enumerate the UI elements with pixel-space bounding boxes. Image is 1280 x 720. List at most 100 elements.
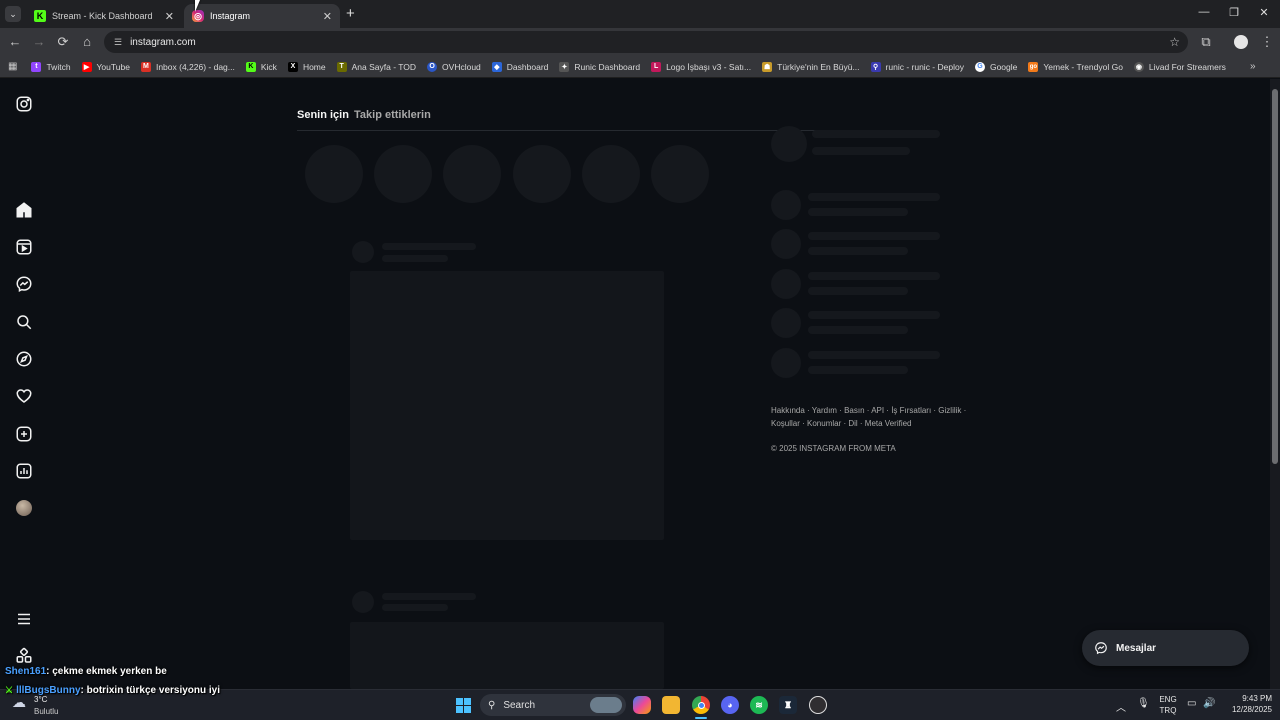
chat-text: : çekme ekmek yerken be <box>46 666 167 677</box>
bookmark-gmail[interactable]: M Inbox (4,226) - dag... <box>140 61 235 72</box>
messenger-icon[interactable] <box>14 274 34 294</box>
suggestion-avatar-placeholder <box>771 308 801 338</box>
page-scrollbar[interactable] <box>1270 79 1280 689</box>
weather-temp: 3°C <box>34 695 48 704</box>
tab-search-button[interactable]: ⌄ <box>5 6 21 22</box>
scrollbar-thumb[interactable] <box>1272 89 1278 464</box>
clock[interactable]: 9:43 PM 12/28/2025 <box>1222 694 1272 714</box>
network-icon[interactable]: ▭ <box>1187 698 1196 709</box>
profile-avatar[interactable] <box>1234 35 1248 49</box>
obs-icon[interactable] <box>809 696 827 714</box>
bookmark-kick[interactable]: K Kick <box>245 61 277 72</box>
more-bookmarks-icon[interactable]: » <box>1250 61 1256 72</box>
home-icon[interactable] <box>14 200 34 220</box>
close-tab-icon[interactable]: ✕ <box>165 10 174 23</box>
start-menu-icon[interactable] <box>454 696 472 714</box>
site-info-icon[interactable]: ☰ <box>114 37 122 48</box>
bookmark-tod[interactable]: T Ana Sayfa - TOD <box>336 61 416 72</box>
story-placeholder <box>305 145 363 203</box>
account-name-placeholder <box>812 130 940 138</box>
post-header-placeholder <box>382 604 448 611</box>
volume-icon[interactable]: 🔊 <box>1203 698 1215 709</box>
url-text: instagram.com <box>130 36 196 48</box>
forward-icon[interactable]: → <box>30 34 48 49</box>
profile-avatar[interactable] <box>14 498 34 518</box>
bookmark-livad[interactable]: ◉ Livad For Streamers <box>1133 61 1226 72</box>
suggestion-placeholder <box>808 287 908 295</box>
notifications-heart-icon[interactable] <box>14 386 34 406</box>
reels-icon[interactable] <box>14 237 34 257</box>
steam-icon[interactable]: ♜ <box>779 696 797 714</box>
suggestion-avatar-placeholder <box>771 229 801 259</box>
lang-top: ENG <box>1159 695 1177 704</box>
discord-icon[interactable]: ◕ <box>721 696 739 714</box>
footer-copyright: © 2025 INSTAGRAM FROM META <box>771 444 896 453</box>
restore-icon[interactable]: ❐ <box>1220 6 1248 19</box>
bookmark-trendyol-go[interactable]: go Yemek - Trendyol Go <box>1028 61 1123 72</box>
weather-widget[interactable]: ☁ 3°C Bulutlu <box>12 693 72 717</box>
tab-following[interactable]: Takip ettiklerin <box>354 109 431 121</box>
cloud-icon: ☁ <box>12 694 26 710</box>
suggestion-placeholder <box>808 311 940 319</box>
bookmark-runic-deploy[interactable]: ⚲ runic - runic - Deploy <box>870 61 964 72</box>
microphone-icon[interactable]: 🎙 <box>1137 698 1150 709</box>
tab-kick-dashboard[interactable]: K Stream - Kick Dashboard ✕ <box>26 4 182 28</box>
bookmark-dashboard[interactable]: ◆ Dashboard <box>491 61 548 72</box>
clock-time: 9:43 PM <box>1242 694 1272 703</box>
footer-links[interactable]: Koşullar · Konumlar · Dil · Meta Verifie… <box>771 419 912 428</box>
tod-icon: T <box>336 61 347 72</box>
browser-toolbar: ← → ⟳ ⌂ ☰ instagram.com ☆ ⧉ ⋮ <box>0 28 1280 56</box>
file-explorer-icon[interactable] <box>662 696 680 714</box>
new-tab-button[interactable]: + <box>346 5 355 22</box>
extensions-icon[interactable]: ⧉ <box>1197 34 1215 50</box>
bookmark-turkiye[interactable]: ☗ Türkiye'nin En Büyü... <box>762 61 860 72</box>
messages-button[interactable]: Mesajlar <box>1082 630 1249 666</box>
bookmark-google[interactable]: G Google <box>974 61 1017 72</box>
minimize-icon[interactable]: — <box>1190 6 1218 18</box>
google-icon: G <box>974 61 985 72</box>
tab-for-you[interactable]: Senin için <box>297 109 349 121</box>
tab-instagram[interactable]: ◎ Instagram ✕ <box>184 4 340 28</box>
close-tab-icon[interactable]: ✕ <box>323 10 332 23</box>
back-icon[interactable]: ← <box>6 34 24 49</box>
loading-stop-icon[interactable]: ⟳ <box>54 34 72 50</box>
lang-bottom: TRQ <box>1159 706 1177 715</box>
instagram-logo-icon[interactable] <box>14 94 34 114</box>
chat-text: : botrixin türkçe versiyonu iyi <box>80 685 221 696</box>
also-from-meta-icon[interactable] <box>14 646 34 666</box>
gmail-icon: M <box>140 61 151 72</box>
dashboard-insights-icon[interactable] <box>14 461 34 481</box>
logo-isbasi-icon: L <box>651 61 662 72</box>
home-icon[interactable]: ⌂ <box>78 34 96 49</box>
bookmark-x-home[interactable]: X Home <box>287 61 326 72</box>
bookmark-runic-dashboard[interactable]: ✦ Runic Dashboard <box>559 61 640 72</box>
post-avatar-placeholder <box>352 241 374 263</box>
chat-message: ⚔ lllBugsBunny: botrixin türkçe versiyonu… <box>5 685 220 696</box>
runic-icon: ✦ <box>559 61 570 72</box>
spotify-icon[interactable]: ≋ <box>750 696 768 714</box>
search-icon[interactable] <box>14 312 34 332</box>
active-app-indicator <box>695 717 707 719</box>
more-menu-icon[interactable] <box>14 609 34 629</box>
bookmark-youtube[interactable]: ▶ YouTube <box>81 61 130 72</box>
apps-grid-icon[interactable]: ▦ <box>8 61 17 72</box>
copilot-icon[interactable] <box>633 696 651 714</box>
story-placeholder <box>651 145 709 203</box>
explore-compass-icon[interactable] <box>14 349 34 369</box>
bookmark-ovhcloud[interactable]: O OVHcloud <box>427 61 481 72</box>
address-bar[interactable]: ☰ instagram.com ☆ <box>104 31 1188 53</box>
chrome-icon[interactable] <box>692 696 710 714</box>
bookmark-twitch[interactable]: t Twitch <box>31 61 71 72</box>
story-placeholder <box>374 145 432 203</box>
create-post-icon[interactable] <box>14 424 34 444</box>
store-icon: ☗ <box>762 61 773 72</box>
taskbar-search[interactable]: ⚲ Search <box>480 694 626 716</box>
footer-links[interactable]: Hakkında · Yardım · Basın · API · İş Fır… <box>771 406 966 415</box>
bookmark-star-icon[interactable]: ☆ <box>1169 35 1180 49</box>
bookmark-logo-isbasi[interactable]: L Logo İşbaşı v3 - Satı... <box>651 61 751 72</box>
close-window-icon[interactable]: ✕ <box>1250 6 1278 19</box>
show-hidden-icons[interactable]: ︿ <box>1116 699 1126 714</box>
menu-kebab-icon[interactable]: ⋮ <box>1258 34 1276 50</box>
input-language[interactable]: ENG TRQ <box>1156 695 1180 715</box>
clock-date: 12/28/2025 <box>1231 705 1272 714</box>
